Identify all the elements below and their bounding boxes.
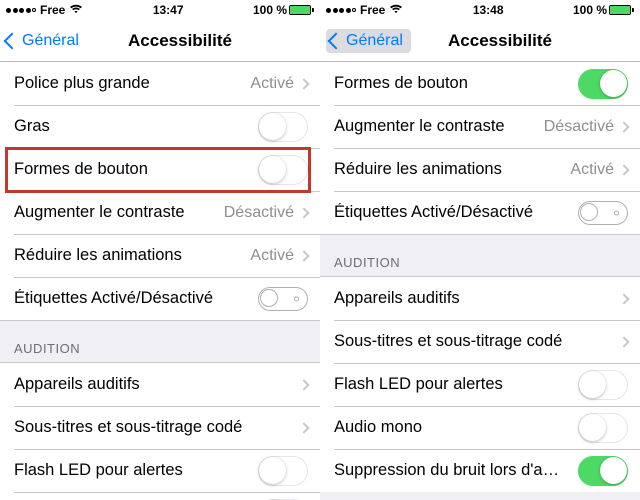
row-label: Sous-titres et sous-titrage codé xyxy=(14,418,300,437)
settings-row[interactable]: Audio mono xyxy=(320,406,640,449)
toggle-switch[interactable] xyxy=(578,69,628,99)
settings-list: Formes de bouton Augmenter le contrasteDé… xyxy=(320,62,640,500)
back-button[interactable]: Général xyxy=(6,32,79,50)
settings-row[interactable]: Augmenter le contrasteDésactivé xyxy=(320,105,640,148)
settings-row[interactable]: Suppression du bruit lors d'a… xyxy=(320,449,640,492)
row-label: Réduire les animations xyxy=(334,160,570,179)
toggle-switch[interactable] xyxy=(258,112,308,142)
chevron-right-icon xyxy=(618,293,629,304)
back-button[interactable]: Général xyxy=(326,29,411,53)
row-label: Suppression du bruit lors d'a… xyxy=(334,461,578,480)
row-label: Appareils auditifs xyxy=(334,289,620,308)
chevron-right-icon xyxy=(298,207,309,218)
settings-row[interactable]: Formes de bouton xyxy=(320,62,640,105)
chevron-left-icon xyxy=(4,32,21,49)
toggle-switch[interactable] xyxy=(578,456,628,486)
row-label: Flash LED pour alertes xyxy=(334,375,578,394)
status-bar: Free 13:48 100 % xyxy=(320,0,640,20)
back-label: Général xyxy=(346,32,403,50)
signal-dots xyxy=(6,8,36,13)
row-label: Gras xyxy=(14,117,258,136)
section-header-audition: AUDITION xyxy=(0,320,320,363)
nav-bar: Général Accessibilité xyxy=(320,20,640,62)
row-label: Réduire les animations xyxy=(14,246,250,265)
row-value: Désactivé xyxy=(544,118,614,136)
wifi-icon xyxy=(389,4,403,17)
row-value: Activé xyxy=(570,161,614,179)
row-label: Étiquettes Activé/Désactivé xyxy=(334,203,578,222)
settings-row[interactable]: Réduire les animationsActivé xyxy=(320,148,640,191)
toggle-switch[interactable] xyxy=(258,155,308,185)
battery-icon xyxy=(289,5,314,15)
row-label: Flash LED pour alertes xyxy=(14,461,258,480)
row-value: Activé xyxy=(250,75,294,93)
status-time: 13:48 xyxy=(473,3,504,17)
chevron-right-icon xyxy=(298,78,309,89)
chevron-right-icon xyxy=(298,250,309,261)
row-label: Sous-titres et sous-titrage codé xyxy=(334,332,620,351)
row-value: Désactivé xyxy=(224,204,294,222)
chevron-right-icon xyxy=(298,422,309,433)
settings-row[interactable]: Audio mono xyxy=(0,492,320,500)
row-label: Audio mono xyxy=(334,418,578,437)
toggle-switch[interactable] xyxy=(578,413,628,443)
settings-row[interactable]: Augmenter le contrasteDésactivé xyxy=(0,191,320,234)
row-label: Étiquettes Activé/Désactivé xyxy=(14,289,258,308)
right-screenshot: Free 13:48 100 % Général Accessibilité F… xyxy=(320,0,640,500)
settings-row[interactable]: Formes de bouton xyxy=(0,148,320,191)
settings-list: Police plus grandeActivéGrasFormes de bo… xyxy=(0,62,320,500)
chevron-right-icon xyxy=(618,164,629,175)
toggle-switch[interactable] xyxy=(578,370,628,400)
settings-row[interactable]: Sous-titres et sous-titrage codé xyxy=(320,320,640,363)
status-bar: Free 13:47 100 % xyxy=(0,0,320,20)
battery-pct: 100 % xyxy=(253,3,287,17)
settings-row[interactable]: Sous-titres et sous-titrage codé xyxy=(0,406,320,449)
back-label: Général xyxy=(22,32,79,50)
settings-row[interactable]: Réduire les animationsActivé xyxy=(0,234,320,277)
row-label: Appareils auditifs xyxy=(14,375,300,394)
toggle-switch[interactable] xyxy=(258,287,308,311)
footer-note: La suppression du bruit réduit les sons … xyxy=(320,492,640,500)
settings-row[interactable]: Étiquettes Activé/Désactivé xyxy=(0,277,320,320)
battery-pct: 100 % xyxy=(573,3,607,17)
row-label: Augmenter le contraste xyxy=(334,117,544,136)
row-value: Activé xyxy=(250,247,294,265)
section-header-audition: AUDITION xyxy=(320,234,640,277)
left-screenshot: Free 13:47 100 % Général Accessibilité P… xyxy=(0,0,320,500)
carrier: Free xyxy=(360,3,385,17)
battery-icon xyxy=(609,5,634,15)
signal-dots xyxy=(326,8,356,13)
nav-bar: Général Accessibilité xyxy=(0,20,320,62)
settings-row[interactable]: Étiquettes Activé/Désactivé xyxy=(320,191,640,234)
row-label: Formes de bouton xyxy=(334,74,578,93)
chevron-right-icon xyxy=(618,121,629,132)
settings-row[interactable]: Flash LED pour alertes xyxy=(0,449,320,492)
chevron-right-icon xyxy=(298,379,309,390)
chevron-left-icon xyxy=(328,32,345,49)
row-label: Augmenter le contraste xyxy=(14,203,224,222)
carrier: Free xyxy=(40,3,65,17)
wifi-icon xyxy=(69,4,83,17)
settings-row[interactable]: Gras xyxy=(0,105,320,148)
toggle-switch[interactable] xyxy=(578,201,628,225)
settings-row[interactable]: Police plus grandeActivé xyxy=(0,62,320,105)
row-label: Formes de bouton xyxy=(14,160,258,179)
status-time: 13:47 xyxy=(153,3,184,17)
settings-row[interactable]: Flash LED pour alertes xyxy=(320,363,640,406)
chevron-right-icon xyxy=(618,336,629,347)
toggle-switch[interactable] xyxy=(258,456,308,486)
settings-row[interactable]: Appareils auditifs xyxy=(0,363,320,406)
row-label: Police plus grande xyxy=(14,74,250,93)
settings-row[interactable]: Appareils auditifs xyxy=(320,277,640,320)
